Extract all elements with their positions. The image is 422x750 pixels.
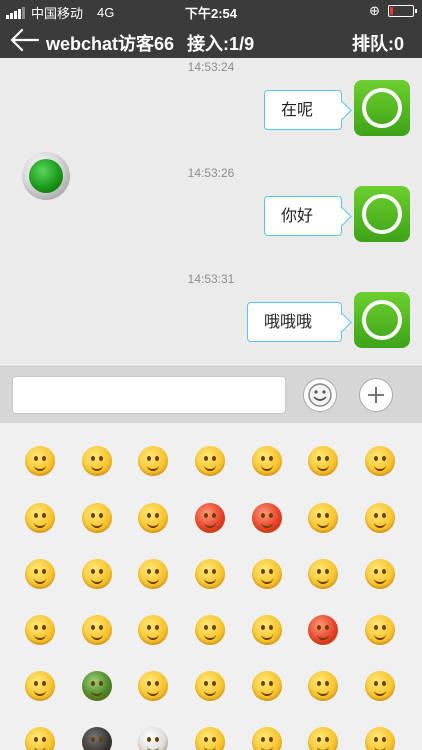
emoji-item[interactable] bbox=[308, 559, 338, 589]
emoji-item[interactable] bbox=[82, 503, 112, 533]
emoji-item[interactable] bbox=[82, 671, 112, 701]
accept-count: 接入:1/9 bbox=[187, 34, 255, 54]
emoji-item[interactable] bbox=[365, 615, 395, 645]
back-button[interactable] bbox=[10, 26, 42, 54]
status-bar: 中国移动 4G 下午2:54 ⊕ bbox=[0, 0, 422, 22]
message-input[interactable] bbox=[12, 376, 286, 414]
timestamp: 14:53:31 bbox=[187, 272, 235, 286]
message-bubble[interactable]: 你好 bbox=[264, 196, 342, 236]
status-time: 下午2:54 bbox=[184, 6, 238, 21]
emoji-item[interactable] bbox=[365, 671, 395, 701]
emoji-item[interactable] bbox=[195, 559, 225, 589]
queue-count: 排队:0 bbox=[351, 34, 404, 54]
emoji-item[interactable] bbox=[138, 615, 168, 645]
emoji-item[interactable] bbox=[308, 671, 338, 701]
emoji-item[interactable] bbox=[308, 446, 338, 476]
emoji-item[interactable] bbox=[138, 503, 168, 533]
plus-icon bbox=[368, 387, 384, 403]
emoji-item[interactable] bbox=[82, 615, 112, 645]
emoji-item[interactable] bbox=[308, 727, 338, 750]
emoji-item[interactable] bbox=[365, 503, 395, 533]
emoji-item[interactable] bbox=[25, 671, 55, 701]
emoji-item[interactable] bbox=[365, 446, 395, 476]
emoji-item[interactable] bbox=[308, 503, 338, 533]
emoji-item[interactable] bbox=[252, 727, 282, 750]
emoji-item[interactable] bbox=[25, 615, 55, 645]
timestamp: 14:53:26 bbox=[187, 166, 235, 180]
emoji-item[interactable] bbox=[308, 615, 338, 645]
emoji-item[interactable] bbox=[252, 559, 282, 589]
emoji-item[interactable] bbox=[252, 615, 282, 645]
emoji-item[interactable] bbox=[252, 671, 282, 701]
emoji-item[interactable] bbox=[252, 503, 282, 533]
emoji-item[interactable] bbox=[195, 671, 225, 701]
emoji-item[interactable] bbox=[195, 446, 225, 476]
back-arrow-icon bbox=[10, 28, 40, 52]
message-bubble[interactable]: 哦哦哦 bbox=[247, 302, 342, 342]
emoji-item[interactable] bbox=[252, 446, 282, 476]
emoji-item[interactable] bbox=[25, 503, 55, 533]
orientation-lock-icon: ⊕ bbox=[369, 3, 380, 18]
agent-avatar[interactable] bbox=[354, 186, 410, 242]
emoji-item[interactable] bbox=[195, 727, 225, 750]
timestamp: 14:53:24 bbox=[187, 60, 235, 74]
agent-avatar[interactable] bbox=[354, 80, 410, 136]
chat-title: webchat访客66 bbox=[46, 34, 175, 54]
emoji-item[interactable] bbox=[195, 615, 225, 645]
emoji-item[interactable] bbox=[365, 727, 395, 750]
emoji-item[interactable] bbox=[138, 671, 168, 701]
message-bubble[interactable]: 在呢 bbox=[264, 90, 342, 130]
emoji-item[interactable] bbox=[138, 559, 168, 589]
emoji-item[interactable] bbox=[138, 446, 168, 476]
emoji-item[interactable] bbox=[195, 503, 225, 533]
chat-area[interactable]: 14:53:24 在呢 14:53:26 你好 14:53:31 哦哦哦 bbox=[0, 58, 422, 366]
emoji-button[interactable] bbox=[303, 378, 337, 412]
emoji-item[interactable] bbox=[25, 559, 55, 589]
emoji-item[interactable] bbox=[25, 727, 55, 750]
emoji-panel bbox=[0, 423, 422, 750]
emoji-item[interactable] bbox=[25, 446, 55, 476]
emoji-item[interactable] bbox=[82, 727, 112, 750]
emoji-item[interactable] bbox=[82, 446, 112, 476]
smiley-icon bbox=[308, 383, 332, 407]
emoji-item[interactable] bbox=[365, 559, 395, 589]
agent-avatar[interactable] bbox=[354, 292, 410, 348]
emoji-item[interactable] bbox=[138, 727, 168, 750]
battery-icon bbox=[388, 5, 417, 17]
emoji-item[interactable] bbox=[82, 559, 112, 589]
chat-header: webchat访客66 接入:1/9 排队:0 bbox=[0, 22, 422, 58]
input-bar bbox=[0, 366, 422, 424]
plus-button[interactable] bbox=[359, 378, 393, 412]
